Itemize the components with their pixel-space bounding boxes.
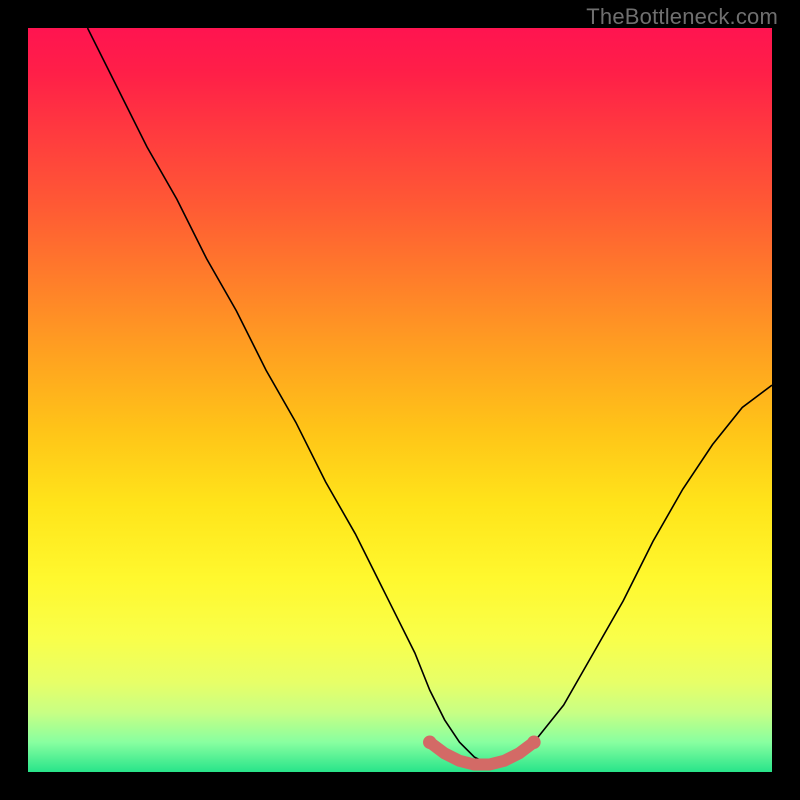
optimal-range-endcap	[533, 741, 534, 742]
watermark-text: TheBottleneck.com	[586, 4, 778, 30]
bottleneck-curve	[88, 28, 772, 765]
plot-area	[28, 28, 772, 772]
chart-frame: TheBottleneck.com	[0, 0, 800, 800]
optimal-range-endcap	[429, 741, 430, 742]
curve-svg	[28, 28, 772, 772]
optimal-range-highlight	[430, 742, 534, 764]
